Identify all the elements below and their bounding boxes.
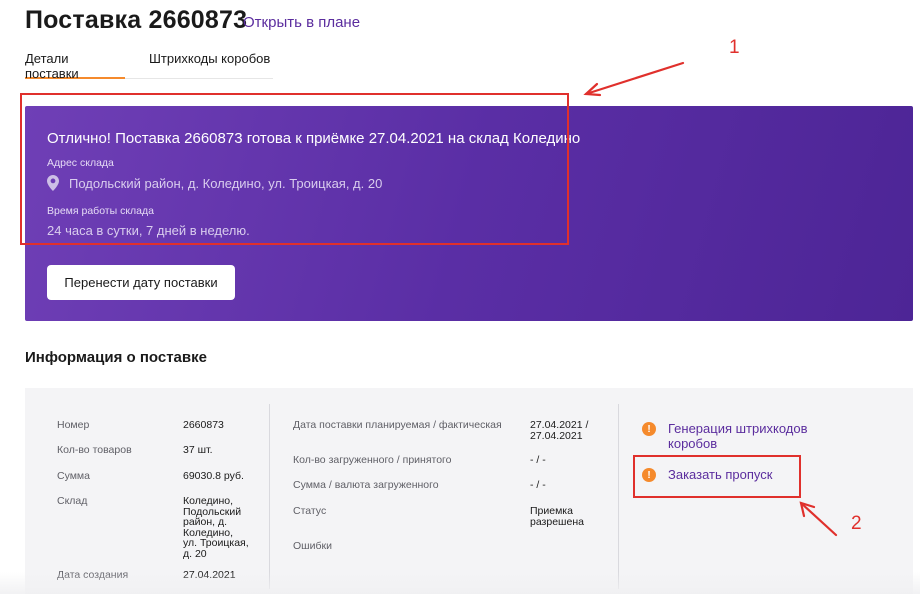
- order-pass-label: Заказать пропуск: [668, 467, 773, 482]
- warning-icon: !: [642, 468, 656, 482]
- number-key: Номер: [57, 419, 90, 431]
- open-in-plan-link[interactable]: Открыть в плане: [243, 14, 360, 31]
- delivery-date-value: 27.04.2021 / 27.04.2021: [530, 419, 589, 442]
- sum-currency-key: Сумма / валюта загруженного: [293, 479, 439, 491]
- hours-label: Время работы склада: [47, 205, 154, 217]
- address-text: Подольский район, д. Коледино, ул. Троиц…: [69, 175, 383, 191]
- banner-message: Отлично! Поставка 2660873 готова к приём…: [47, 130, 581, 147]
- tab-shipment-details[interactable]: Детали поставки: [25, 51, 125, 81]
- tabs-bar: Детали поставки Штрихкоды коробов: [25, 51, 273, 81]
- warning-icon: !: [642, 422, 656, 436]
- generate-box-barcodes-link[interactable]: ! Генерация штрихкодов коробов: [642, 421, 808, 451]
- created-date-value: 27.04.2021: [183, 569, 236, 581]
- reschedule-delivery-button[interactable]: Перенести дату поставки: [47, 265, 235, 300]
- annotation-number-2: 2: [851, 513, 862, 534]
- shipment-info-title: Информация о поставке: [25, 349, 207, 366]
- generate-box-barcodes-label: Генерация штрихкодов коробов: [668, 421, 808, 451]
- items-count-key: Кол-во товаров: [57, 444, 132, 456]
- column-divider: [618, 404, 619, 589]
- number-value: 2660873: [183, 419, 224, 431]
- annotation-number-1: 1: [729, 37, 740, 58]
- status-key: Статус: [293, 505, 327, 517]
- loaded-accepted-value: - / -: [530, 454, 546, 466]
- warehouse-key: Склад: [57, 495, 88, 507]
- sum-key: Сумма: [57, 470, 90, 482]
- delivery-date-key: Дата поставки планируемая / фактическая: [293, 419, 502, 431]
- page-title: Поставка 2660873: [25, 6, 248, 34]
- errors-key: Ошибки: [293, 540, 332, 552]
- status-value: Приемка разрешена: [530, 505, 584, 528]
- sum-currency-value: - / -: [530, 479, 546, 491]
- created-date-key: Дата создания: [57, 569, 129, 581]
- order-pass-link[interactable]: ! Заказать пропуск: [642, 467, 772, 482]
- address-row: Подольский район, д. Коледино, ул. Троиц…: [47, 175, 382, 191]
- warehouse-value: Коледино, Подольский район, д. Коледино,…: [183, 495, 249, 560]
- location-pin-icon: [47, 175, 59, 191]
- address-label: Адрес склада: [47, 157, 114, 169]
- loaded-accepted-key: Кол-во загруженного / принятого: [293, 454, 452, 466]
- column-divider: [269, 404, 270, 589]
- items-count-value: 37 шт.: [183, 444, 213, 456]
- tab-box-barcodes[interactable]: Штрихкоды коробов: [149, 51, 270, 79]
- arrow-1: [584, 61, 685, 96]
- hours-text: 24 часа в сутки, 7 дней в неделю.: [47, 223, 250, 238]
- sum-value: 69030.8 руб.: [183, 470, 244, 482]
